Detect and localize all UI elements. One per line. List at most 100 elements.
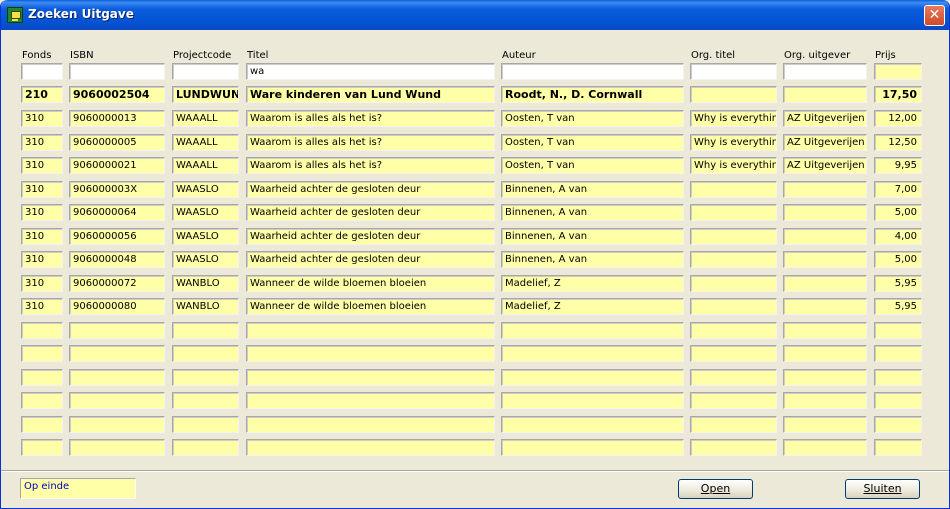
cell-projectcode[interactable]: WANBLO xyxy=(172,298,239,315)
cell-prijs[interactable]: 9,95 xyxy=(874,157,922,174)
cell-projectcode[interactable]: WAASLO xyxy=(172,181,239,198)
filter-input-isbn[interactable] xyxy=(69,63,165,80)
cell-prijs[interactable] xyxy=(874,392,922,409)
cell-isbn[interactable]: 9060000072 xyxy=(69,275,165,292)
cell-projectcode[interactable]: WAASLO xyxy=(172,228,239,245)
cell-org_uitgever[interactable] xyxy=(783,345,867,362)
cell-org_titel[interactable] xyxy=(690,275,777,292)
cell-auteur[interactable] xyxy=(501,345,684,362)
cell-auteur[interactable]: Binnenen, A van xyxy=(501,251,684,268)
cell-titel[interactable]: Waarheid achter de gesloten deur xyxy=(246,251,495,268)
cell-projectcode[interactable] xyxy=(172,439,239,456)
selected-cell-auteur[interactable]: Roodt, N., D. Cornwall xyxy=(501,86,684,103)
cell-titel[interactable]: Wanneer de wilde bloemen bloeien xyxy=(246,275,495,292)
cell-org_titel[interactable] xyxy=(690,416,777,433)
cell-prijs[interactable]: 5,95 xyxy=(874,298,922,315)
cell-projectcode[interactable] xyxy=(172,416,239,433)
cell-fonds[interactable]: 310 xyxy=(21,204,63,221)
cell-org_titel[interactable] xyxy=(690,392,777,409)
cell-auteur[interactable] xyxy=(501,439,684,456)
cell-org_uitgever[interactable] xyxy=(783,251,867,268)
close-button[interactable]: ✕ xyxy=(924,5,945,26)
cell-prijs[interactable]: 5,00 xyxy=(874,204,922,221)
cell-isbn[interactable]: 9060000056 xyxy=(69,228,165,245)
cell-org_uitgever[interactable] xyxy=(783,181,867,198)
cell-org_titel[interactable]: Why is everything xyxy=(690,134,777,151)
cell-prijs[interactable]: 12,50 xyxy=(874,134,922,151)
cell-projectcode[interactable]: WAAALL xyxy=(172,134,239,151)
cell-org_uitgever[interactable] xyxy=(783,298,867,315)
cell-projectcode[interactable]: WAASLO xyxy=(172,204,239,221)
cell-fonds[interactable] xyxy=(21,416,63,433)
cell-fonds[interactable]: 310 xyxy=(21,228,63,245)
cell-org_uitgever[interactable] xyxy=(783,322,867,339)
cell-isbn[interactable] xyxy=(69,439,165,456)
filter-input-projectcode[interactable] xyxy=(172,63,239,80)
cell-org_uitgever[interactable] xyxy=(783,392,867,409)
cell-prijs[interactable]: 4,00 xyxy=(874,228,922,245)
cell-isbn[interactable]: 906000003X xyxy=(69,181,165,198)
cell-isbn[interactable] xyxy=(69,369,165,386)
cell-projectcode[interactable]: WANBLO xyxy=(172,275,239,292)
cell-org_uitgever[interactable]: AZ Uitgeverijen xyxy=(783,134,867,151)
cell-isbn[interactable]: 9060000013 xyxy=(69,110,165,127)
cell-projectcode[interactable]: WAAALL xyxy=(172,110,239,127)
cell-org_titel[interactable] xyxy=(690,322,777,339)
cell-titel[interactable]: Waarom is alles als het is? xyxy=(246,110,495,127)
cell-prijs[interactable] xyxy=(874,345,922,362)
cell-fonds[interactable]: 310 xyxy=(21,298,63,315)
cell-fonds[interactable]: 310 xyxy=(21,275,63,292)
cell-fonds[interactable]: 310 xyxy=(21,157,63,174)
cell-fonds[interactable]: 310 xyxy=(21,134,63,151)
cell-auteur[interactable]: Binnenen, A van xyxy=(501,228,684,245)
cell-auteur[interactable]: Madelief, Z xyxy=(501,298,684,315)
cell-org_uitgever[interactable] xyxy=(783,439,867,456)
cell-org_titel[interactable]: Why is everything xyxy=(690,110,777,127)
selected-cell-projectcode[interactable]: LUNDWUND xyxy=(172,86,239,103)
cell-titel[interactable] xyxy=(246,322,495,339)
cell-titel[interactable]: Waarheid achter de gesloten deur xyxy=(246,181,495,198)
cell-titel[interactable]: Waarom is alles als het is? xyxy=(246,157,495,174)
cell-prijs[interactable]: 12,00 xyxy=(874,110,922,127)
cell-auteur[interactable] xyxy=(501,369,684,386)
cell-org_uitgever[interactable]: AZ Uitgeverijen xyxy=(783,157,867,174)
filter-input-org_titel[interactable] xyxy=(690,63,777,80)
cell-prijs[interactable]: 5,00 xyxy=(874,251,922,268)
cell-isbn[interactable]: 9060000048 xyxy=(69,251,165,268)
filter-input-auteur[interactable] xyxy=(501,63,684,80)
cell-isbn[interactable]: 9060000080 xyxy=(69,298,165,315)
cell-projectcode[interactable] xyxy=(172,345,239,362)
cell-prijs[interactable] xyxy=(874,369,922,386)
cell-auteur[interactable]: Oosten, T van xyxy=(501,110,684,127)
selected-cell-org_uitgever[interactable] xyxy=(783,86,867,103)
selected-cell-titel[interactable]: Ware kinderen van Lund Wund xyxy=(246,86,495,103)
cell-prijs[interactable] xyxy=(874,322,922,339)
cell-auteur[interactable] xyxy=(501,322,684,339)
cell-prijs[interactable] xyxy=(874,439,922,456)
cell-auteur[interactable] xyxy=(501,392,684,409)
cell-projectcode[interactable] xyxy=(172,322,239,339)
close-window-button[interactable]: Sluiten xyxy=(845,479,920,499)
selected-cell-fonds[interactable]: 210 xyxy=(21,86,63,103)
cell-titel[interactable] xyxy=(246,416,495,433)
filter-input-prijs[interactable] xyxy=(874,63,922,80)
selected-cell-org_titel[interactable] xyxy=(690,86,777,103)
cell-org_titel[interactable] xyxy=(690,204,777,221)
cell-prijs[interactable]: 7,00 xyxy=(874,181,922,198)
cell-projectcode[interactable]: WAASLO xyxy=(172,251,239,268)
cell-titel[interactable]: Wanneer de wilde bloemen bloeien xyxy=(246,298,495,315)
selected-cell-isbn[interactable]: 9060002504 xyxy=(69,86,165,103)
cell-titel[interactable] xyxy=(246,392,495,409)
cell-org_uitgever[interactable] xyxy=(783,204,867,221)
cell-titel[interactable]: Waarheid achter de gesloten deur xyxy=(246,228,495,245)
cell-org_titel[interactable] xyxy=(690,228,777,245)
cell-fonds[interactable]: 310 xyxy=(21,181,63,198)
cell-org_uitgever[interactable] xyxy=(783,369,867,386)
cell-titel[interactable]: Waarom is alles als het is? xyxy=(246,134,495,151)
selected-cell-prijs[interactable]: 17,50 xyxy=(874,86,922,103)
cell-org_uitgever[interactable] xyxy=(783,275,867,292)
cell-projectcode[interactable]: WAAALL xyxy=(172,157,239,174)
cell-isbn[interactable]: 9060000005 xyxy=(69,134,165,151)
cell-auteur[interactable]: Oosten, T van xyxy=(501,134,684,151)
cell-fonds[interactable]: 310 xyxy=(21,110,63,127)
